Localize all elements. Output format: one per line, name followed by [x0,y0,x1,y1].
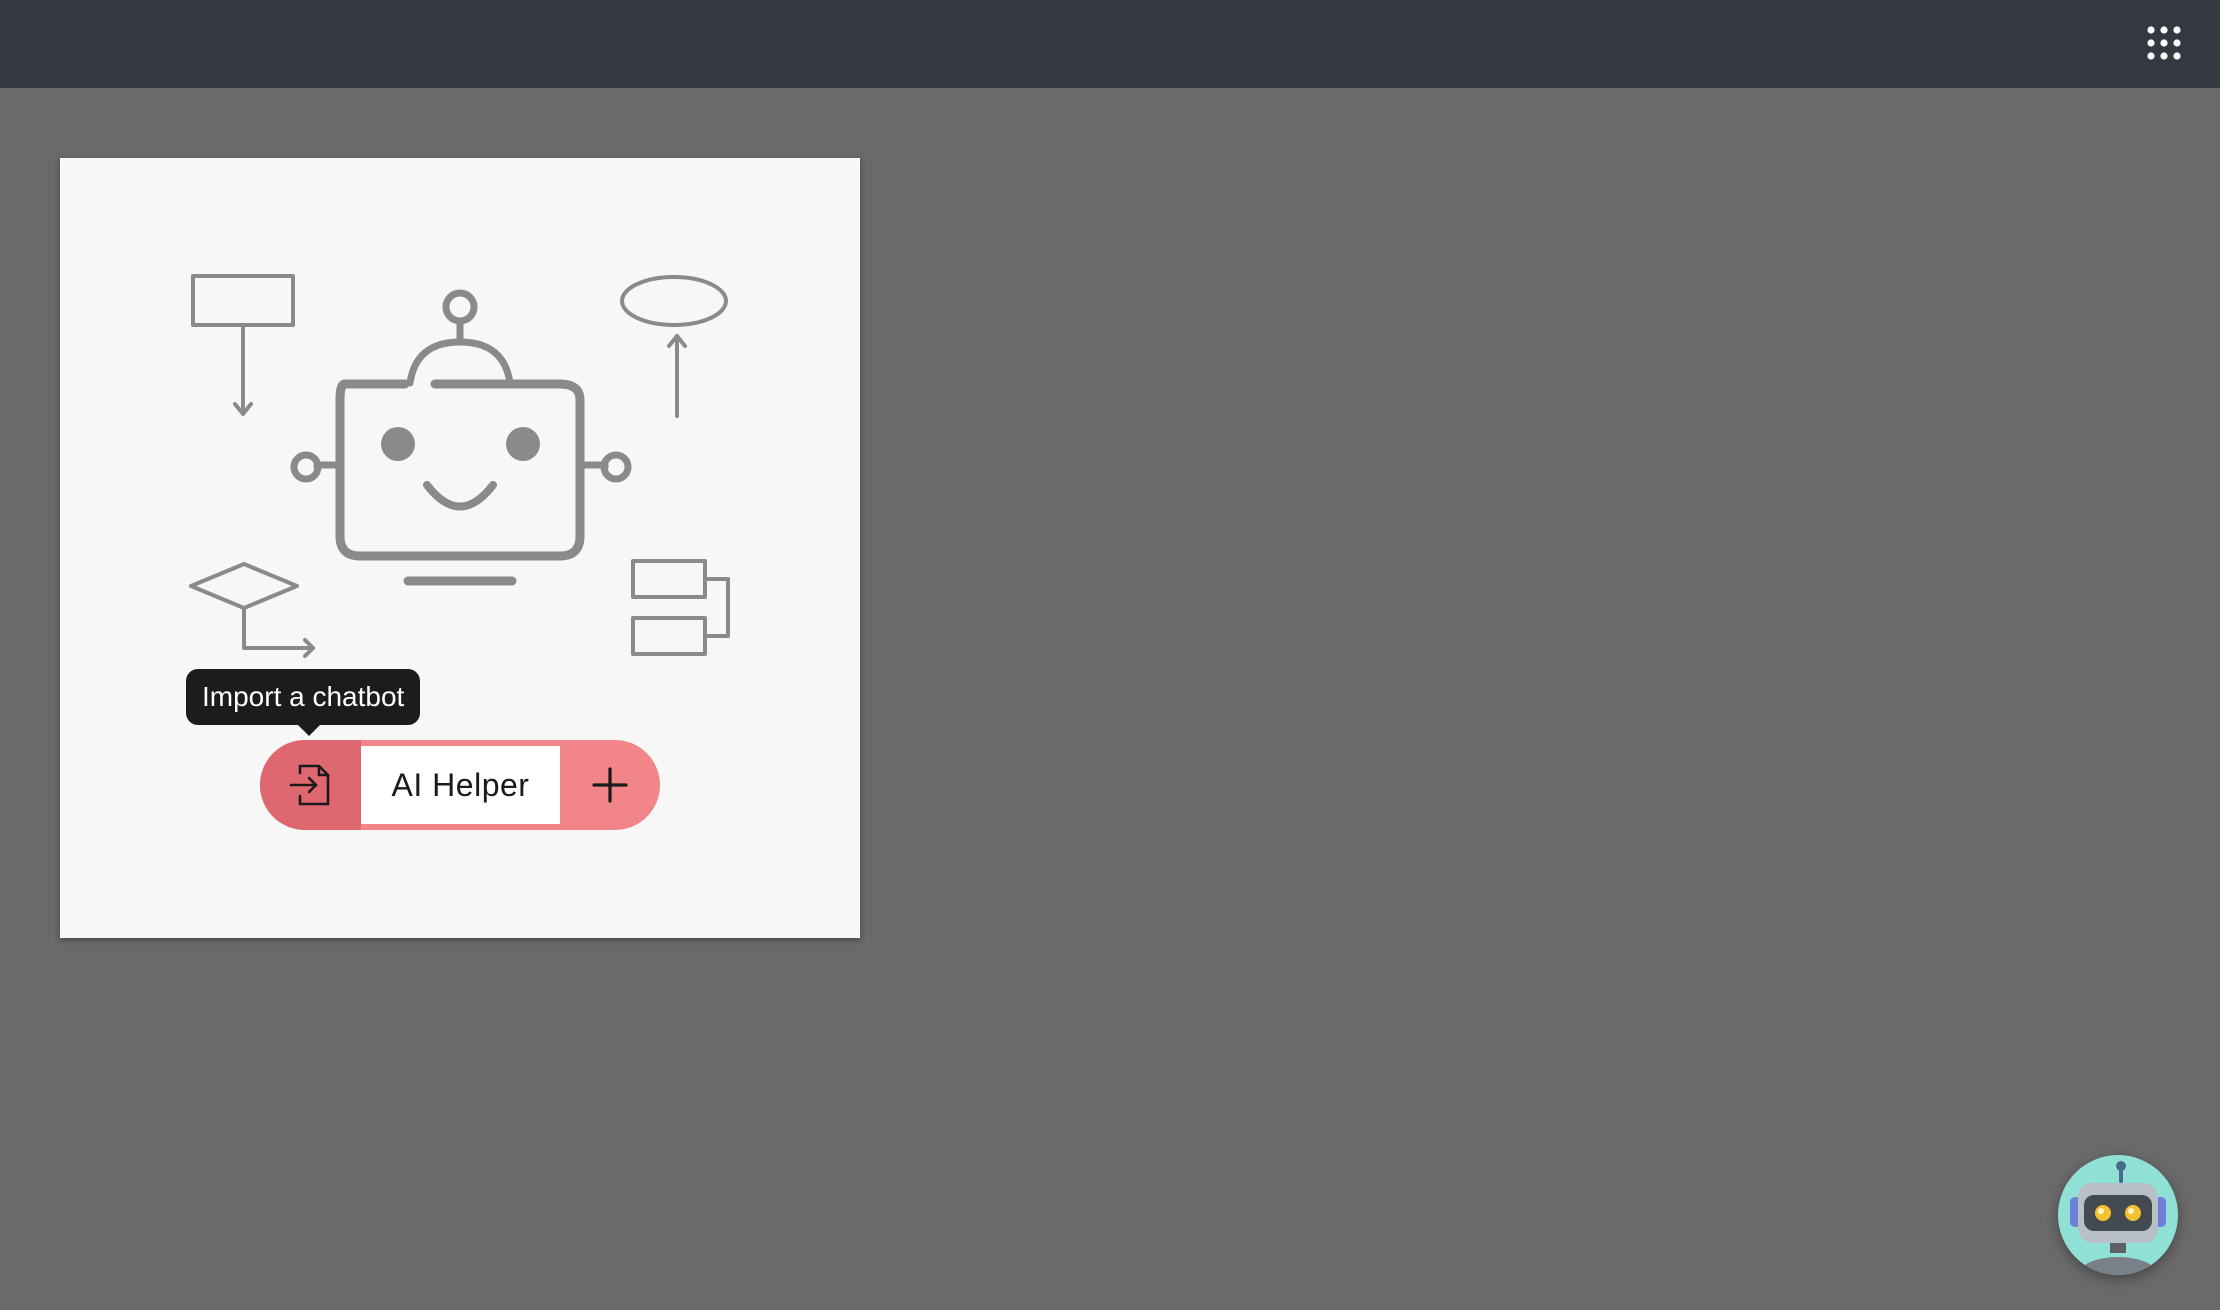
top-bar [0,0,2220,88]
add-chatbot-button[interactable] [560,740,660,830]
chatbot-card[interactable]: Import a chatbot AI Helper [60,158,860,938]
import-tooltip: Import a chatbot [186,669,421,725]
import-chatbot-button[interactable] [260,740,361,830]
apps-grid-button[interactable] [2146,25,2182,61]
robot-flowchart-illustration [189,274,730,658]
tooltip-arrow [298,725,320,736]
chatbot-pill: AI Helper [260,740,660,830]
robot-assistant-icon [2070,1161,2166,1275]
grid-apps-icon [2147,26,2181,60]
plus-icon [592,767,628,803]
chatbot-name[interactable]: AI Helper [361,746,560,824]
file-import-icon [289,764,330,806]
assistant-button[interactable] [2058,1155,2178,1275]
